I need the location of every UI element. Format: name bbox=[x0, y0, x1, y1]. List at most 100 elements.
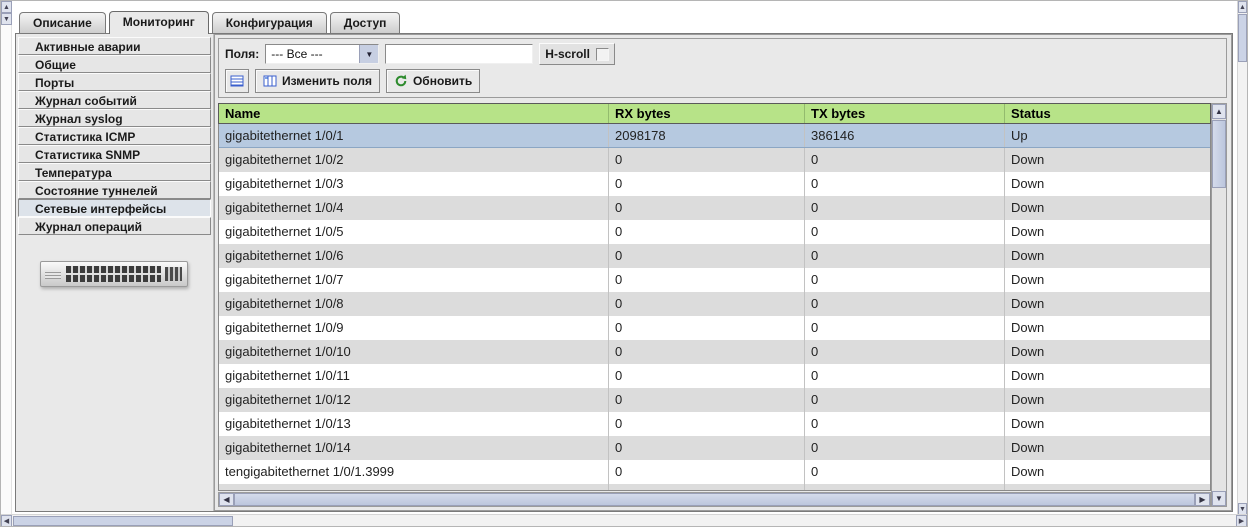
outer-vertical-scrollbar[interactable]: ▲ ▼ bbox=[1237, 1, 1247, 515]
scrollbar-thumb[interactable] bbox=[234, 493, 1195, 506]
table-header: NameRX bytesTX bytesStatus bbox=[218, 103, 1211, 124]
table-row[interactable]: gigabitethernet 1/0/1400Down bbox=[219, 436, 1210, 460]
table-cell: 0 bbox=[805, 172, 1005, 196]
switch-ports-top bbox=[66, 266, 161, 273]
table-cell: 0 bbox=[609, 196, 805, 220]
table-row[interactable]: gigabitethernet 1/0/200Down bbox=[219, 148, 1210, 172]
interfaces-table: NameRX bytesTX bytesStatus gigabitethern… bbox=[218, 103, 1227, 507]
table-cell: 0 bbox=[609, 364, 805, 388]
sidebar-item[interactable]: Статистика SNMP bbox=[18, 145, 211, 163]
scroll-up-icon[interactable]: ▲ bbox=[1, 1, 12, 13]
scroll-up-icon[interactable]: ▲ bbox=[1238, 1, 1247, 13]
sidebar-item[interactable]: Порты bbox=[18, 73, 211, 91]
table-cell: 0 bbox=[609, 412, 805, 436]
outer-horizontal-scrollbar[interactable]: ◀ ▶ bbox=[1, 514, 1247, 526]
table-row[interactable]: gigabitethernet 1/0/800Down bbox=[219, 292, 1210, 316]
refresh-button[interactable]: Обновить bbox=[386, 69, 480, 93]
scrollbar-thumb[interactable] bbox=[1212, 120, 1226, 188]
table-cell: Down bbox=[1005, 340, 1210, 364]
table-row[interactable]: gigabitethernet 1/0/1000Down bbox=[219, 340, 1210, 364]
edit-fields-button[interactable]: Изменить поля bbox=[255, 69, 380, 93]
table-cell: 0 bbox=[805, 292, 1005, 316]
scroll-down-icon[interactable]: ▼ bbox=[1212, 491, 1226, 506]
sidebar-item[interactable]: Статистика ICMP bbox=[18, 127, 211, 145]
table-row[interactable]: gigabitethernet 1/0/400Down bbox=[219, 196, 1210, 220]
switch-ports-bottom bbox=[66, 275, 161, 282]
table-cell: Down bbox=[1005, 172, 1210, 196]
table-cell: Down bbox=[1005, 148, 1210, 172]
table-cell: 386146 bbox=[805, 124, 1005, 147]
sidebar-item[interactable]: Состояние туннелей bbox=[18, 181, 211, 199]
table-row[interactable]: gigabitethernet 1/0/500Down bbox=[219, 220, 1210, 244]
sidebar-item[interactable]: Журнал событий bbox=[18, 91, 211, 109]
table-vertical-scrollbar[interactable]: ▲ ▼ bbox=[1211, 103, 1227, 507]
table-row[interactable]: gigabitethernet 1/0/900Down bbox=[219, 316, 1210, 340]
table-row[interactable]: gigabitethernet 1/0/1300Down bbox=[219, 412, 1210, 436]
table-cell: 0 bbox=[609, 148, 805, 172]
toggle-view-button[interactable] bbox=[225, 69, 249, 93]
scroll-left-icon[interactable]: ◀ bbox=[219, 493, 234, 506]
table-row[interactable]: gigabitethernet 1/0/1200Down bbox=[219, 388, 1210, 412]
sidebar-item[interactable]: Сетевые интерфейсы bbox=[18, 199, 211, 217]
refresh-icon bbox=[394, 74, 408, 88]
scroll-up-icon[interactable]: ▲ bbox=[1212, 104, 1226, 119]
table-horizontal-scrollbar[interactable]: ◀ ▶ bbox=[218, 492, 1211, 507]
refresh-label: Обновить bbox=[413, 74, 472, 88]
table-row[interactable]: gigabitethernet 1/0/300Down bbox=[219, 172, 1210, 196]
table-cell: 0 bbox=[805, 460, 1005, 484]
scroll-right-icon[interactable]: ▶ bbox=[1236, 515, 1247, 527]
table-cell: 0 bbox=[609, 316, 805, 340]
table-row[interactable]: gigabitethernet 1/0/1500Down bbox=[219, 484, 1210, 491]
fields-label: Поля: bbox=[225, 47, 259, 61]
table-cell: Down bbox=[1005, 292, 1210, 316]
table-cell: Down bbox=[1005, 316, 1210, 340]
sidebar-item[interactable]: Общие bbox=[18, 55, 211, 73]
table-cell: 0 bbox=[805, 268, 1005, 292]
column-header[interactable]: RX bytes bbox=[609, 104, 805, 123]
table-cell: gigabitethernet 1/0/11 bbox=[219, 364, 609, 388]
table-row[interactable]: gigabitethernet 1/0/700Down bbox=[219, 268, 1210, 292]
table-row[interactable]: gigabitethernet 1/0/12098178386146Up bbox=[219, 124, 1210, 148]
table-cell: 0 bbox=[805, 484, 1005, 491]
scroll-left-icon[interactable]: ◀ bbox=[1, 515, 12, 527]
sidebar-item[interactable]: Журнал syslog bbox=[18, 109, 211, 127]
table-cell: gigabitethernet 1/0/2 bbox=[219, 148, 609, 172]
chevron-down-icon[interactable]: ▼ bbox=[359, 45, 378, 63]
column-header[interactable]: TX bytes bbox=[805, 104, 1005, 123]
sidebar-item[interactable]: Температура bbox=[18, 163, 211, 181]
device-image bbox=[40, 261, 190, 287]
table-cell: gigabitethernet 1/0/3 bbox=[219, 172, 609, 196]
filter-input[interactable] bbox=[385, 44, 533, 64]
sidebar-item[interactable]: Активные аварии bbox=[18, 37, 211, 55]
tab-Конфигурация[interactable]: Конфигурация bbox=[212, 12, 327, 33]
sidebar: Активные аварииОбщиеПортыЖурнал событийЖ… bbox=[16, 34, 214, 511]
table-row[interactable]: gigabitethernet 1/0/1100Down bbox=[219, 364, 1210, 388]
tab-Мониторинг[interactable]: Мониторинг bbox=[109, 11, 209, 34]
scroll-down-icon[interactable]: ▼ bbox=[1, 13, 12, 25]
fields-select[interactable]: --- Все --- ▼ bbox=[265, 44, 379, 64]
table-row[interactable]: tengigabitethernet 1/0/1.399900Down bbox=[219, 460, 1210, 484]
hscroll-checkbox[interactable] bbox=[596, 48, 609, 61]
hscroll-option-group: H-scroll bbox=[539, 43, 615, 65]
column-header[interactable]: Name bbox=[219, 104, 609, 123]
sidebar-item[interactable]: Журнал операций bbox=[18, 217, 211, 235]
table-cell: gigabitethernet 1/0/14 bbox=[219, 436, 609, 460]
table-cell: Down bbox=[1005, 196, 1210, 220]
outer-left-scrollbar[interactable]: ▲ ▼ bbox=[1, 1, 12, 526]
fields-select-value: --- Все --- bbox=[266, 45, 359, 63]
table-cell: 0 bbox=[609, 172, 805, 196]
table-cell: gigabitethernet 1/0/1 bbox=[219, 124, 609, 147]
tab-Доступ[interactable]: Доступ bbox=[330, 12, 401, 33]
column-header[interactable]: Status bbox=[1005, 104, 1210, 123]
table-cell: gigabitethernet 1/0/6 bbox=[219, 244, 609, 268]
scrollbar-thumb[interactable] bbox=[1238, 14, 1247, 62]
scroll-right-icon[interactable]: ▶ bbox=[1195, 493, 1210, 506]
tab-Описание[interactable]: Описание bbox=[19, 12, 106, 33]
scrollbar-thumb[interactable] bbox=[13, 516, 233, 526]
table-cell: gigabitethernet 1/0/8 bbox=[219, 292, 609, 316]
table-row[interactable]: gigabitethernet 1/0/600Down bbox=[219, 244, 1210, 268]
columns-icon bbox=[263, 74, 277, 88]
table-cell: 0 bbox=[805, 196, 1005, 220]
application-window: ▲ ▼ ▲ ▼ ◀ ▶ ОписаниеМониторингКонфигурац… bbox=[0, 0, 1248, 527]
table-cell: Down bbox=[1005, 364, 1210, 388]
